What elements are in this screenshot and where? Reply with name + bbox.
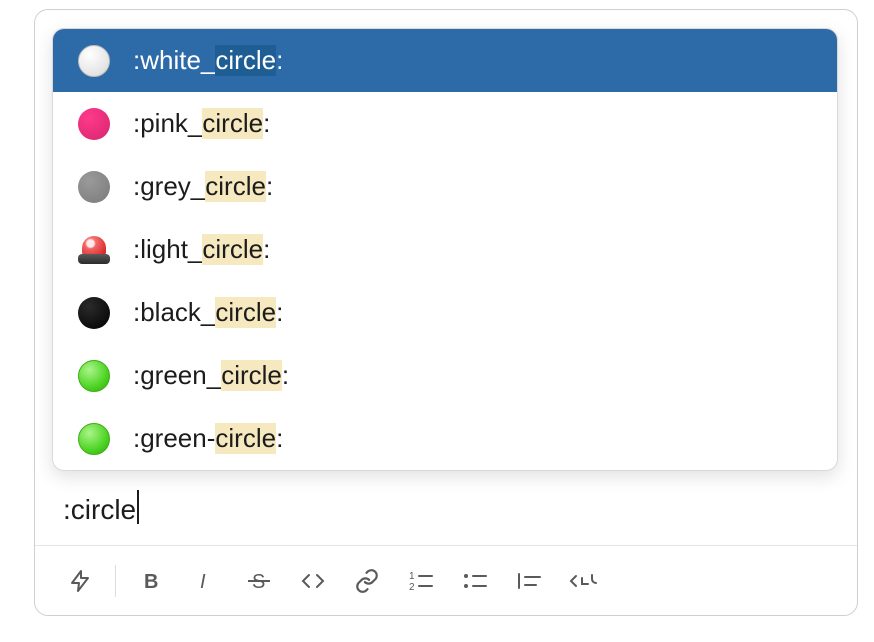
bold-icon: B: [139, 569, 163, 593]
label-prefix: :pink_: [133, 108, 202, 139]
siren-icon: [77, 233, 111, 267]
message-input[interactable]: :circle: [35, 472, 857, 526]
label-suffix: :: [276, 423, 283, 454]
toolbar-divider: [115, 565, 116, 597]
label-prefix: :green-: [133, 423, 215, 454]
lightning-icon: [68, 569, 92, 593]
emoji-suggestion-item[interactable]: :white_circle:: [53, 29, 837, 92]
italic-button[interactable]: I: [178, 558, 232, 604]
label-highlight: circle: [202, 234, 263, 265]
label-highlight: circle: [202, 108, 263, 139]
label-suffix: :: [282, 360, 289, 391]
label-highlight: circle: [221, 360, 282, 391]
emoji-suggestion-item[interactable]: :grey_circle:: [53, 155, 837, 218]
label-prefix: :white_: [133, 45, 215, 76]
label-suffix: :: [276, 45, 283, 76]
label-prefix: :grey_: [133, 171, 205, 202]
svg-text:B: B: [144, 571, 158, 593]
blockquote-icon: [516, 569, 542, 593]
white-circle-icon: [77, 44, 111, 78]
link-button[interactable]: [340, 558, 394, 604]
green-circle-icon: [77, 422, 111, 456]
strikethrough-icon: S: [245, 569, 273, 593]
emoji-suggestion-item[interactable]: :black_circle:: [53, 281, 837, 344]
label-prefix: :light_: [133, 234, 202, 265]
pink-circle-icon: [77, 107, 111, 141]
emoji-suggestion-label: :green-circle:: [133, 423, 283, 454]
emoji-suggestion-label: :green_circle:: [133, 360, 289, 391]
emoji-suggestion-label: :black_circle:: [133, 297, 283, 328]
label-suffix: :: [266, 171, 273, 202]
emoji-autocomplete-popup: :white_circle::pink_circle::grey_circle:…: [52, 28, 838, 471]
bulleted-list-icon: [462, 569, 488, 593]
label-prefix: :black_: [133, 297, 215, 328]
emoji-suggestion-label: :white_circle:: [133, 45, 283, 76]
emoji-suggestion-label: :grey_circle:: [133, 171, 273, 202]
code-block-icon: [568, 569, 598, 593]
label-highlight: circle: [205, 171, 266, 202]
bold-button[interactable]: B: [124, 558, 178, 604]
svg-text:I: I: [200, 571, 206, 593]
bulleted-list-button[interactable]: [448, 558, 502, 604]
composer-toolbar: B I S 12: [35, 545, 857, 615]
blockquote-button[interactable]: [502, 558, 556, 604]
message-input-text: :circle: [63, 494, 136, 526]
code-button[interactable]: [286, 558, 340, 604]
black-circle-icon: [77, 296, 111, 330]
shortcuts-button[interactable]: [53, 558, 107, 604]
label-highlight: circle: [215, 297, 276, 328]
label-suffix: :: [276, 297, 283, 328]
grey-circle-icon: [77, 170, 111, 204]
ordered-list-icon: 12: [408, 569, 434, 593]
text-cursor: [137, 490, 139, 524]
label-suffix: :: [263, 234, 270, 265]
label-suffix: :: [263, 108, 270, 139]
svg-text:2: 2: [409, 582, 415, 593]
label-prefix: :green_: [133, 360, 221, 391]
code-icon: [299, 569, 327, 593]
green-circle-icon: [77, 359, 111, 393]
label-highlight: circle: [215, 45, 276, 76]
emoji-suggestion-item[interactable]: :pink_circle:: [53, 92, 837, 155]
emoji-suggestion-item[interactable]: :light_circle:: [53, 218, 837, 281]
emoji-suggestion-label: :light_circle:: [133, 234, 270, 265]
ordered-list-button[interactable]: 12: [394, 558, 448, 604]
link-icon: [354, 568, 380, 594]
code-block-button[interactable]: [556, 558, 610, 604]
label-highlight: circle: [215, 423, 276, 454]
emoji-suggestion-label: :pink_circle:: [133, 108, 270, 139]
message-composer: :white_circle::pink_circle::grey_circle:…: [34, 9, 858, 616]
emoji-suggestion-item[interactable]: :green-circle:: [53, 407, 837, 470]
strikethrough-button[interactable]: S: [232, 558, 286, 604]
svg-text:1: 1: [409, 571, 415, 582]
emoji-suggestion-item[interactable]: :green_circle:: [53, 344, 837, 407]
italic-icon: I: [193, 569, 217, 593]
